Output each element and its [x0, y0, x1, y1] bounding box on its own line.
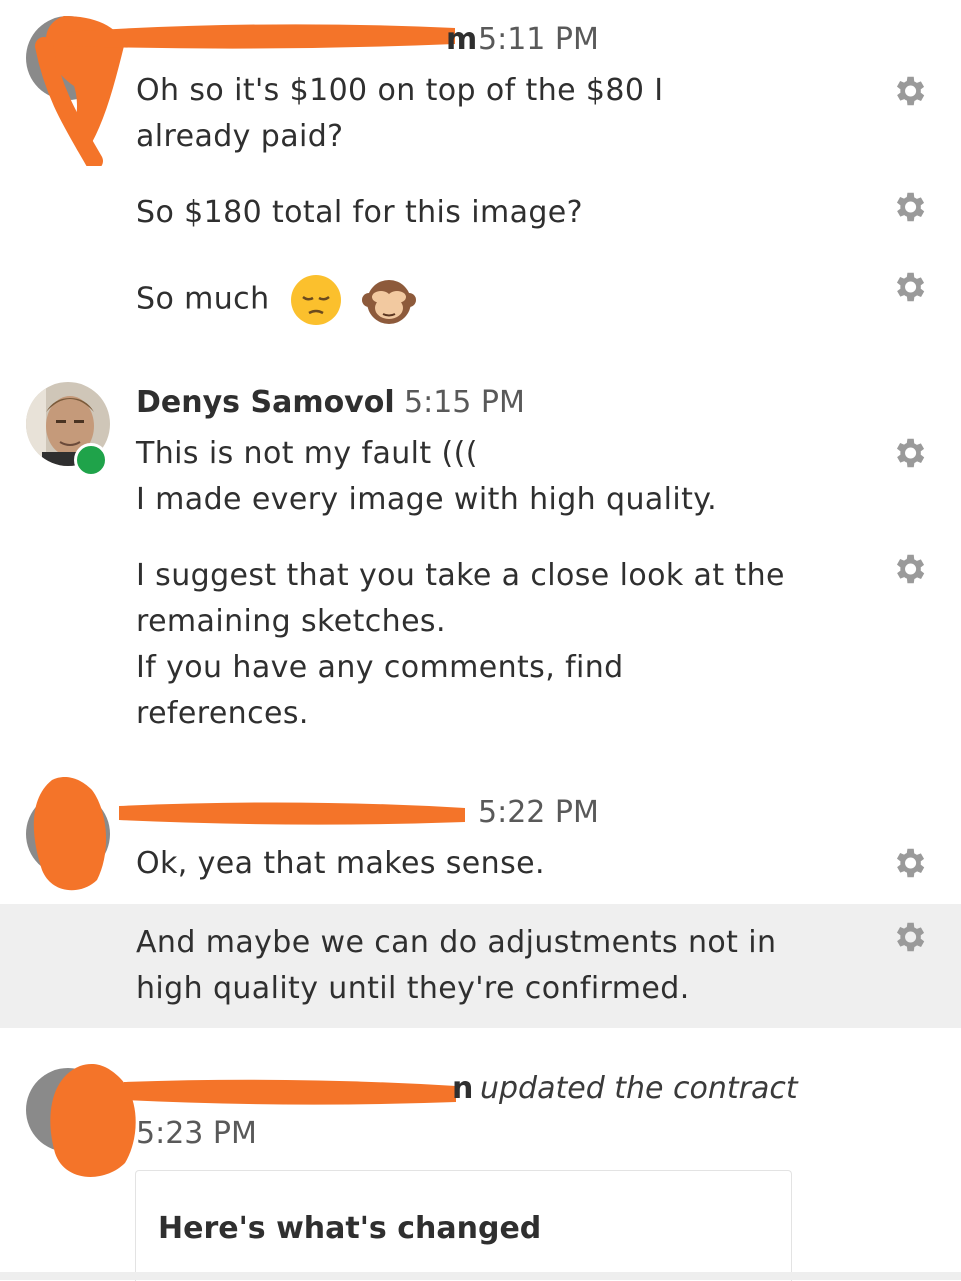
- pensive-face-emoji-icon: [291, 275, 342, 325]
- bottom-divider: [0, 1272, 961, 1280]
- message-line: I made every image with high quality.: [136, 482, 718, 517]
- message-line: high quality until they're confirmed.: [136, 971, 690, 1006]
- message-line: And maybe we can do adjustments not in: [136, 925, 777, 960]
- message-line: If you have any comments, find: [136, 650, 624, 685]
- message-time: 5:23 PM: [136, 1116, 257, 1151]
- message-time: 5:22 PM: [478, 795, 599, 830]
- message-line: remaining sketches.: [136, 604, 446, 639]
- redaction-mark: [119, 802, 465, 825]
- redaction-mark: [65, 24, 455, 49]
- sender-name: m: [446, 22, 478, 57]
- card-title: Here's what's changed: [158, 1211, 542, 1246]
- redaction-mark: [33, 777, 107, 891]
- gear-icon: [896, 848, 925, 878]
- gear-icon: [896, 76, 925, 106]
- message-text: Oh so it's $100 on top of the $80 I alre…: [136, 73, 664, 154]
- message-settings-button[interactable]: [890, 188, 928, 230]
- message-text: I suggest that you take a close look at …: [136, 553, 785, 737]
- message-text: This is not my fault ((( I made every im…: [136, 431, 717, 523]
- message-settings-button[interactable]: [890, 844, 928, 886]
- gear-icon: [896, 272, 925, 302]
- message-text: So much: [136, 281, 270, 317]
- gear-icon: [896, 554, 925, 584]
- message-time: 5:15 PM: [404, 385, 525, 420]
- message-time: 5:11 PM: [478, 22, 599, 57]
- message-settings-button[interactable]: [890, 918, 928, 960]
- gear-icon: [896, 438, 925, 468]
- message-settings-button[interactable]: [890, 434, 928, 476]
- see-no-evil-monkey-emoji-icon: [362, 280, 417, 324]
- message-settings-button[interactable]: [890, 72, 928, 114]
- message-settings-button[interactable]: [890, 268, 928, 310]
- online-status-indicator: [74, 443, 108, 477]
- message-text: So $180 total for this image?: [136, 195, 583, 230]
- contract-changes-card[interactable]: Here's what's changed: [135, 1170, 792, 1281]
- message-line: This is not my fault (((: [136, 436, 478, 471]
- message-settings-button[interactable]: [890, 550, 928, 592]
- contract-update-label: updated the contract: [480, 1071, 798, 1106]
- redaction-mark: [124, 1079, 456, 1105]
- message-line: I suggest that you take a close look at …: [136, 558, 785, 593]
- gear-icon: [896, 922, 925, 952]
- sender-name: Denys Samovol: [136, 385, 395, 420]
- message-line: references.: [136, 696, 309, 731]
- message-row: So much: [136, 272, 417, 328]
- sender-name: n: [452, 1071, 474, 1106]
- gear-icon: [896, 192, 925, 222]
- message-text: And maybe we can do adjustments not in h…: [136, 920, 776, 1012]
- message-text: Ok, yea that makes sense.: [136, 846, 545, 881]
